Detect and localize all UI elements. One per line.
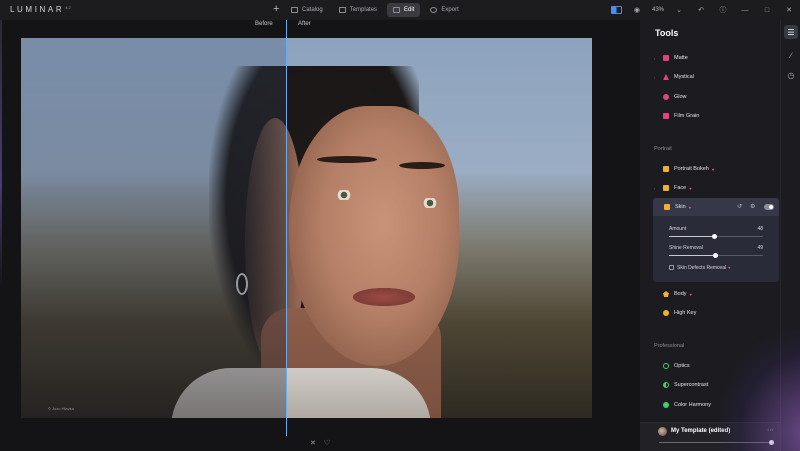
close-icon[interactable]: ✕ <box>310 439 316 447</box>
shine-removal-value: 49 <box>757 245 763 251</box>
info-icon[interactable]: ⓘ <box>712 0 734 20</box>
nav-catalog[interactable]: Catalog <box>285 3 329 17</box>
mystical-icon <box>663 74 669 80</box>
shine-removal-label: Shine Removal <box>669 245 703 251</box>
app-logo: LUMINAR4.2 <box>10 5 71 14</box>
shine-removal-slider-fill <box>669 255 716 256</box>
nav-templates[interactable]: Templates <box>333 3 383 17</box>
before-after-divider[interactable] <box>286 20 287 436</box>
zoom-level[interactable]: 43% <box>648 7 668 13</box>
maximize-icon[interactable]: □ <box>756 0 778 20</box>
shine-removal-slider[interactable] <box>669 253 763 258</box>
tool-optics[interactable]: Optics <box>654 360 690 372</box>
template-amount-knob[interactable] <box>768 440 774 445</box>
chevron-down-icon[interactable]: ⌄ <box>668 0 690 20</box>
tool-skin[interactable]: Skin ♥ <box>655 201 691 213</box>
portrait-photo[interactable]: © Jozo Hlavka <box>21 38 592 418</box>
amount-value: 48 <box>757 226 763 232</box>
tool-glow[interactable]: Glow <box>654 91 687 103</box>
optics-icon <box>663 363 669 369</box>
heart-icon[interactable]: ♡ <box>324 439 330 447</box>
template-avatar <box>658 427 667 436</box>
tool-mystical[interactable]: › Mystical <box>654 71 694 83</box>
templates-icon <box>338 7 346 13</box>
tool-face[interactable]: › Face ♥ <box>654 182 692 194</box>
history-icon[interactable]: ◷ <box>784 68 798 82</box>
body-icon <box>663 291 669 297</box>
tool-color-harmony[interactable]: Color Harmony <box>654 399 711 411</box>
main-nav: Catalog Templates Edit Export <box>285 3 465 17</box>
skin-icon <box>664 204 670 210</box>
shine-removal-slider-knob[interactable] <box>712 253 718 258</box>
nav-export[interactable]: Export <box>424 3 464 17</box>
compare-icon[interactable] <box>608 0 626 20</box>
tool-portrait-bokeh[interactable]: Portrait Bokeh ♥ <box>654 163 714 175</box>
eye-icon[interactable]: ◉ <box>626 0 648 20</box>
top-bar: LUMINAR4.2 + Catalog Templates Edit Expo… <box>0 0 800 20</box>
more-icon[interactable]: ⋯ <box>767 426 774 434</box>
brush-icon[interactable]: ∕ <box>784 48 798 62</box>
color-harmony-icon <box>663 402 669 408</box>
after-label: After <box>298 21 311 27</box>
add-images-icon[interactable]: + <box>273 3 279 15</box>
template-name[interactable]: My Template (edited) <box>671 428 730 434</box>
tool-matte[interactable]: › Matte <box>654 52 688 64</box>
tool-film-grain[interactable]: Film Grain <box>654 110 699 122</box>
tool-supercontrast[interactable]: Supercontrast <box>654 379 708 391</box>
folder-icon <box>291 7 298 13</box>
template-amount-slider[interactable] <box>659 440 774 445</box>
favorite-heart-icon: ♥ <box>689 291 692 297</box>
glow-icon <box>663 94 669 100</box>
section-portrait: Portrait <box>654 146 672 152</box>
amount-slider-fill <box>669 236 715 237</box>
favorite-heart-icon: ♥ <box>688 204 692 210</box>
tool-high-key[interactable]: High Key <box>654 307 696 319</box>
before-label: Before <box>255 21 273 27</box>
face-icon <box>663 185 669 191</box>
reset-icon[interactable]: ↺ <box>737 203 742 210</box>
export-icon <box>430 7 438 13</box>
canvas-bottom-controls: ✕ ♡ <box>310 439 330 447</box>
template-bar: My Template (edited) ⋯ <box>640 422 780 451</box>
sliders-icon[interactable]: ☰ <box>784 25 798 39</box>
tool-body[interactable]: Body ♥ <box>654 288 692 300</box>
skin-defects-label: Skin Defects Removal ♥ <box>677 265 731 271</box>
favorite-heart-icon: ♥ <box>689 185 692 191</box>
nav-edit[interactable]: Edit <box>387 3 421 17</box>
supercontrast-icon <box>663 382 669 388</box>
left-edge-accent <box>0 20 2 290</box>
panel-title: Tools <box>655 28 679 38</box>
undo-icon[interactable]: ↶ <box>690 0 712 20</box>
close-icon[interactable]: ✕ <box>778 0 800 20</box>
skin-tool-card: Skin ♥ ↺ ⚙ Amount 48 Shine Removal 49 Sk… <box>653 198 779 282</box>
high-key-icon <box>663 310 669 316</box>
portrait-bokeh-icon <box>663 166 669 172</box>
edit-icon <box>393 7 401 13</box>
matte-icon <box>663 55 669 61</box>
skin-visibility-toggle[interactable] <box>764 204 774 210</box>
window-controls: ◉ 43% ⌄ ↶ ⓘ — □ ✕ <box>608 0 800 20</box>
amount-slider[interactable] <box>669 234 763 239</box>
skin-defects-checkbox[interactable] <box>669 265 674 270</box>
section-professional: Professional <box>654 343 685 349</box>
film-grain-icon <box>663 113 669 119</box>
favorite-heart-icon: ♥ <box>711 166 715 172</box>
photo-credit: © Jozo Hlavka <box>48 406 74 411</box>
amount-slider-knob[interactable] <box>711 234 717 239</box>
right-side-toolbar: ☰ ∕ ◷ <box>780 20 800 451</box>
before-side <box>21 38 287 418</box>
minimize-icon[interactable]: — <box>734 0 756 20</box>
amount-label: Amount <box>669 226 687 232</box>
settings-icon[interactable]: ⚙ <box>750 203 755 210</box>
